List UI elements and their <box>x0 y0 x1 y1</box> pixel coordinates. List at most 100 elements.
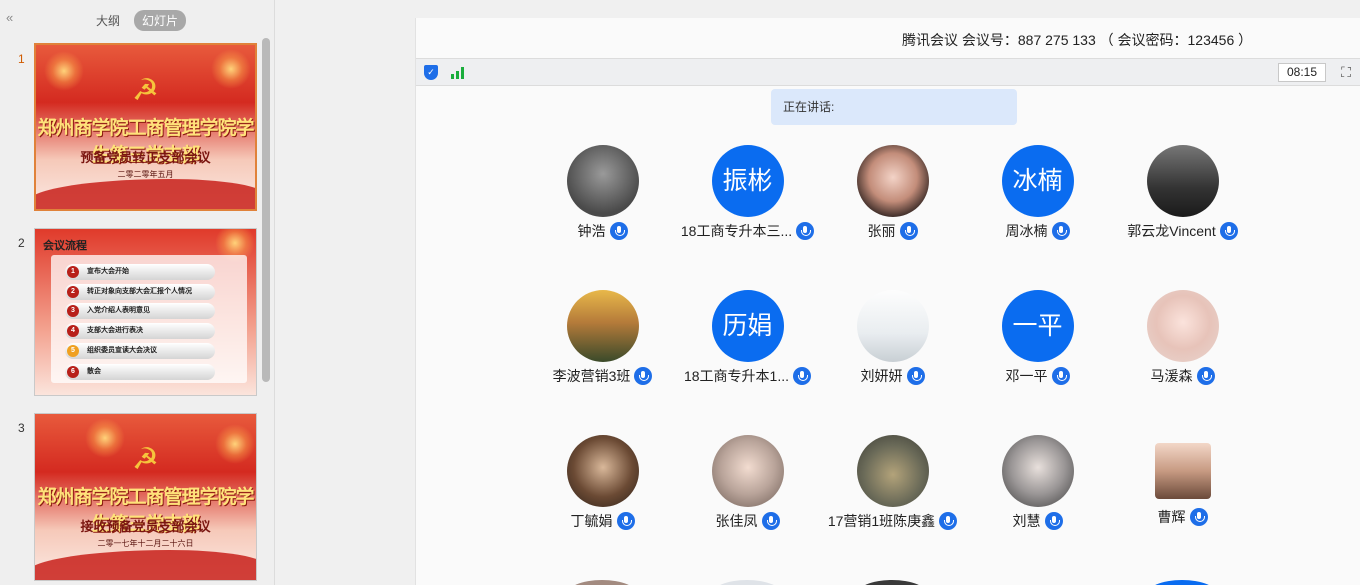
participant-name: 钟浩 <box>577 223 606 239</box>
avatar <box>1146 290 1219 362</box>
agenda-item: 5 组织委员宣读大会决议 <box>65 343 215 359</box>
participant-tile[interactable]: 冰楠周冰楠 <box>965 145 1110 241</box>
participant-name: 李波营销3班 <box>552 368 631 384</box>
tab-slides[interactable]: 幻灯片 <box>134 10 187 31</box>
avatar <box>856 580 928 585</box>
avatar <box>566 145 639 217</box>
participant-name-row: 马湲森 <box>1110 366 1255 386</box>
participant-tile[interactable]: 张佳凤 <box>675 435 820 531</box>
participant-name: 马湲森 <box>1150 368 1193 384</box>
participant-name-row: 张丽 <box>820 221 965 241</box>
participant-name-row: 刘慧 <box>965 511 1110 531</box>
meeting-window: 腾讯会议 会议号：887 275 133 （ 会议密码：123456 ） ✓ 0… <box>415 18 1360 585</box>
agenda-item: 1 宣布大会开始 <box>65 264 215 280</box>
meeting-title: 腾讯会议 会议号：887 275 133 （ 会议密码：123456 ） <box>902 32 1253 48</box>
agenda-item: 3 入党介绍人表明意见 <box>65 303 215 319</box>
participant-tile[interactable]: 刘妍妍 <box>820 290 965 386</box>
avatar <box>1154 443 1211 499</box>
avatar <box>1146 580 1218 585</box>
microphone-icon[interactable] <box>761 512 780 530</box>
tab-outline[interactable]: 大纲 <box>88 10 128 31</box>
signal-icon[interactable] <box>451 67 464 79</box>
participant-tile[interactable]: 钟浩 <box>530 145 675 241</box>
avatar: 历娟 <box>711 290 784 362</box>
participant-name: 丁毓娟 <box>570 513 613 529</box>
microphone-icon[interactable] <box>634 367 653 385</box>
participant-name: 17营销1班陈庚鑫 <box>827 513 936 529</box>
avatar <box>566 290 639 362</box>
participant-tile[interactable]: 刘慧 <box>965 435 1110 531</box>
avatar <box>856 145 929 217</box>
participant-name-row: 18工商专升本1... <box>675 366 820 386</box>
slide-thumbnail-2[interactable]: 会议流程 1 宣布大会开始 2 转正对象向支部大会汇报个人情况 3 入党介绍人表明意见… <box>34 228 257 396</box>
slide-thumbnail-3[interactable]: ☭ 郑州商学院工商管理学院学生第三党支部 接收预备党员支部会议 二零一七年十二月… <box>34 413 257 581</box>
collapse-panel-icon[interactable]: « <box>6 10 13 25</box>
slide-panel: « 大纲 幻灯片 1 ☭ 郑州商学院工商管理学院学生第三党支部 预备党员转正支部… <box>0 0 275 585</box>
avatar <box>566 580 638 585</box>
participant-tile[interactable]: 17营销1班陈庚鑫 <box>820 435 965 531</box>
avatar: 冰楠 <box>1001 145 1074 217</box>
slide-number: 1 <box>18 52 25 66</box>
avatar <box>711 435 784 507</box>
participant-name-row: 18工商专升本三... <box>675 221 820 241</box>
firework-decoration <box>44 51 84 91</box>
microphone-icon[interactable] <box>796 222 815 240</box>
avatar <box>1146 145 1219 217</box>
participant-name: 曹辉 <box>1157 509 1186 525</box>
firework-decoration <box>215 424 255 464</box>
firework-decoration <box>85 418 125 458</box>
avatar <box>856 290 929 362</box>
avatar <box>566 435 639 507</box>
participant-name-row: 钟浩 <box>530 221 675 241</box>
participant-name-row: 李波营销3班 <box>530 366 675 386</box>
avatar: 一平 <box>1001 290 1074 362</box>
participant-name: 周冰楠 <box>1005 223 1048 239</box>
microphone-icon[interactable] <box>793 367 812 385</box>
avatar: 振彬 <box>711 145 784 217</box>
participant-name-row: 邓一平 <box>965 366 1110 386</box>
agenda-item: 6 散会 <box>65 364 215 380</box>
microphone-icon[interactable] <box>899 222 918 240</box>
avatar <box>711 580 783 585</box>
microphone-icon[interactable] <box>1051 222 1070 240</box>
microphone-icon[interactable] <box>1051 367 1070 385</box>
microphone-icon[interactable] <box>939 512 958 530</box>
microphone-icon[interactable] <box>609 222 628 240</box>
participant-tile[interactable]: 一平 邓一平 <box>965 290 1110 386</box>
avatar <box>856 435 929 507</box>
participant-tile[interactable]: 振彬 18工商专升本三... <box>675 145 820 241</box>
agenda-item: 2 转正对象向支部大会汇报个人情况 <box>65 284 215 300</box>
microphone-icon[interactable] <box>906 367 925 385</box>
participant-name: 18工商专升本1... <box>683 368 790 384</box>
participant-name: 18工商专升本三... <box>680 223 793 239</box>
fullscreen-icon[interactable]: ⛶ <box>1338 64 1354 80</box>
participant-tile[interactable]: 丁毓娟 <box>530 435 675 531</box>
participant-name-row: 刘妍妍 <box>820 366 965 386</box>
microphone-icon[interactable] <box>1044 512 1063 530</box>
shield-icon[interactable]: ✓ <box>424 65 438 80</box>
participant-name-row: 丁毓娟 <box>530 511 675 531</box>
slide-number: 3 <box>18 421 25 435</box>
slide-date: 二零一七年十二月二十六日 <box>97 539 194 548</box>
participant-tile[interactable]: 李波营销3班 <box>530 290 675 386</box>
participant-tile[interactable]: 马湲森 <box>1110 290 1255 386</box>
slide-thumbnail-1[interactable]: ☭ 郑州商学院工商管理学院学生第三党支部 预备党员转正支部会议 二零二零年五月 <box>34 43 257 211</box>
slide-subtitle: 接收预备党员支部会议 <box>80 519 211 534</box>
participant-name: 郭云龙Vincent <box>1127 223 1216 239</box>
participant-name-row: 周冰楠 <box>965 221 1110 241</box>
participant-name-row: 张佳凤 <box>675 511 820 531</box>
microphone-icon[interactable] <box>616 512 635 530</box>
participant-tile[interactable]: 郭云龙Vincent <box>1110 145 1255 241</box>
panel-scrollbar[interactable] <box>262 38 270 382</box>
meeting-toolbar: ✓ 08:15 ⛶ <box>416 58 1360 86</box>
participant-tile[interactable]: 张丽 <box>820 145 965 241</box>
speaking-indicator: 正在讲话: <box>771 89 1017 125</box>
microphone-icon[interactable] <box>1196 367 1215 385</box>
microphone-icon[interactable] <box>1189 508 1208 526</box>
participant-tile[interactable]: 历娟 18工商专升本1... <box>675 290 820 386</box>
slide-title: 会议流程 <box>43 240 87 252</box>
participant-tile[interactable]: 曹辉 <box>1110 435 1255 527</box>
meeting-timer: 08:15 <box>1278 63 1326 82</box>
microphone-icon[interactable] <box>1219 222 1238 240</box>
participant-name: 张佳凤 <box>715 513 758 529</box>
